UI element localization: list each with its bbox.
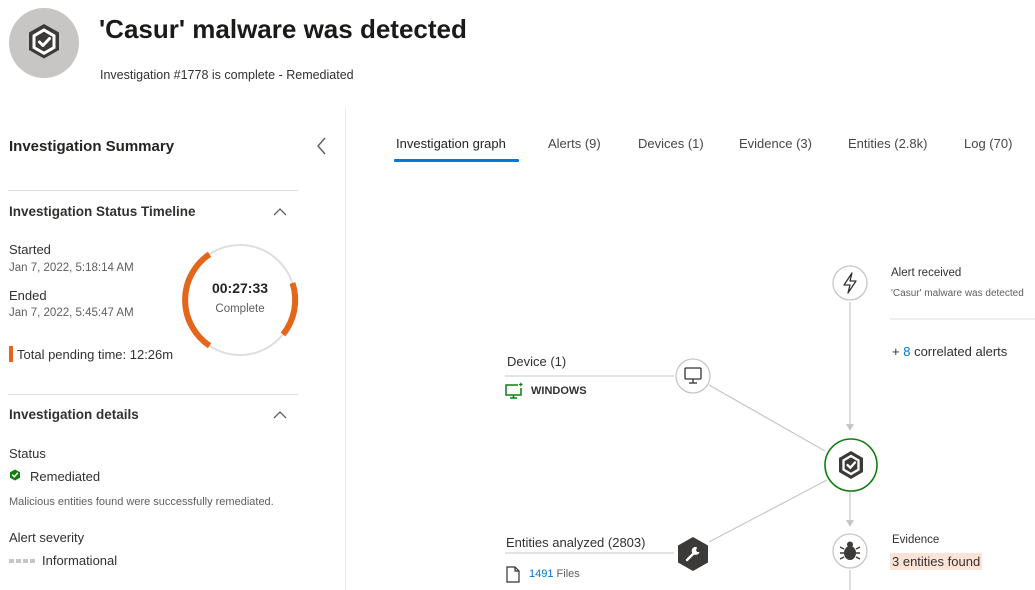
- monitor-icon[interactable]: [674, 357, 712, 395]
- file-icon: [506, 566, 520, 583]
- ring-segment-left: [182, 251, 212, 349]
- entities-files[interactable]: 1491 Files: [529, 568, 580, 580]
- shield-check-icon: [10, 469, 20, 481]
- duration-status: Complete: [215, 303, 265, 315]
- ended-value: Jan 7, 2022, 5:45:47 AM: [9, 307, 134, 319]
- evidence-count[interactable]: 3 entities found: [890, 553, 983, 570]
- details-section-title: Investigation details: [9, 407, 139, 422]
- shield-check-icon: [29, 24, 59, 59]
- tab-log[interactable]: Log (70): [964, 136, 1012, 151]
- page-title: 'Casur' malware was detected: [99, 14, 467, 44]
- pending-indicator: [9, 346, 13, 362]
- correlated-alerts-link[interactable]: + 8 correlated alerts: [892, 344, 1007, 359]
- pending-time: Total pending time: 12:26m: [17, 347, 174, 362]
- device-node-title: Device (1): [507, 354, 567, 369]
- alert-node-subtitle: 'Casur' malware was detected: [891, 288, 1024, 299]
- tab-alerts[interactable]: Alerts (9): [548, 136, 601, 151]
- tab-evidence[interactable]: Evidence (3): [739, 136, 812, 151]
- severity-bars: [9, 559, 35, 563]
- details-toggle-button[interactable]: [272, 408, 288, 420]
- device-icon: [505, 382, 524, 399]
- timeline-toggle-button[interactable]: [272, 205, 288, 217]
- page-header: 'Casur' malware was detected Investigati…: [0, 0, 1035, 108]
- bug-icon[interactable]: [831, 532, 869, 570]
- divider: [8, 190, 298, 191]
- correlated-prefix: +: [892, 344, 904, 359]
- chevron-up-icon: [273, 411, 287, 419]
- tab-investigation-graph[interactable]: Investigation graph: [396, 136, 506, 151]
- alert-node-title: Alert received: [891, 267, 962, 279]
- severity-label: Alert severity: [9, 530, 85, 545]
- page-subtitle: Investigation #1778 is complete - Remedi…: [100, 68, 354, 82]
- investigation-node-icon[interactable]: [822, 436, 880, 494]
- device-name[interactable]: WINDOWS: [531, 385, 587, 397]
- duration-ring: [182, 244, 299, 356]
- tab-devices[interactable]: Devices (1): [638, 136, 704, 151]
- correlated-suffix: correlated alerts: [910, 344, 1008, 359]
- severity-value: Informational: [42, 553, 118, 568]
- chevron-left-icon: [317, 137, 326, 155]
- started-label: Started: [9, 242, 51, 257]
- status-value: Remediated: [30, 469, 101, 484]
- tab-entities[interactable]: Entities (2.8k): [848, 136, 927, 151]
- entities-node-title: Entities analyzed (2803): [506, 535, 646, 550]
- duration-value: 00:27:33: [211, 280, 269, 296]
- summary-title: Investigation Summary: [9, 138, 175, 155]
- investigation-graph: Alert received 'Casur' malware was detec…: [347, 180, 1035, 590]
- started-value: Jan 7, 2022, 5:18:14 AM: [9, 262, 134, 274]
- investigation-summary-panel: Investigation Summary Investigation Stat…: [0, 108, 346, 590]
- evidence-node-title: Evidence: [892, 534, 940, 546]
- ended-label: Ended: [9, 288, 47, 303]
- investigation-avatar: [9, 8, 79, 78]
- lightning-icon[interactable]: [831, 264, 869, 302]
- collapse-panel-button[interactable]: [312, 134, 332, 158]
- divider: [8, 394, 298, 395]
- files-label: Files: [556, 568, 580, 580]
- files-count[interactable]: 1491: [529, 568, 553, 580]
- timeline-section-title: Investigation Status Timeline: [9, 204, 196, 219]
- active-tab-indicator: [394, 159, 519, 162]
- status-label: Status: [9, 446, 46, 461]
- wrench-icon[interactable]: [674, 535, 712, 573]
- status-description: Malicious entities found were successful…: [9, 496, 274, 508]
- chevron-up-icon: [273, 208, 287, 216]
